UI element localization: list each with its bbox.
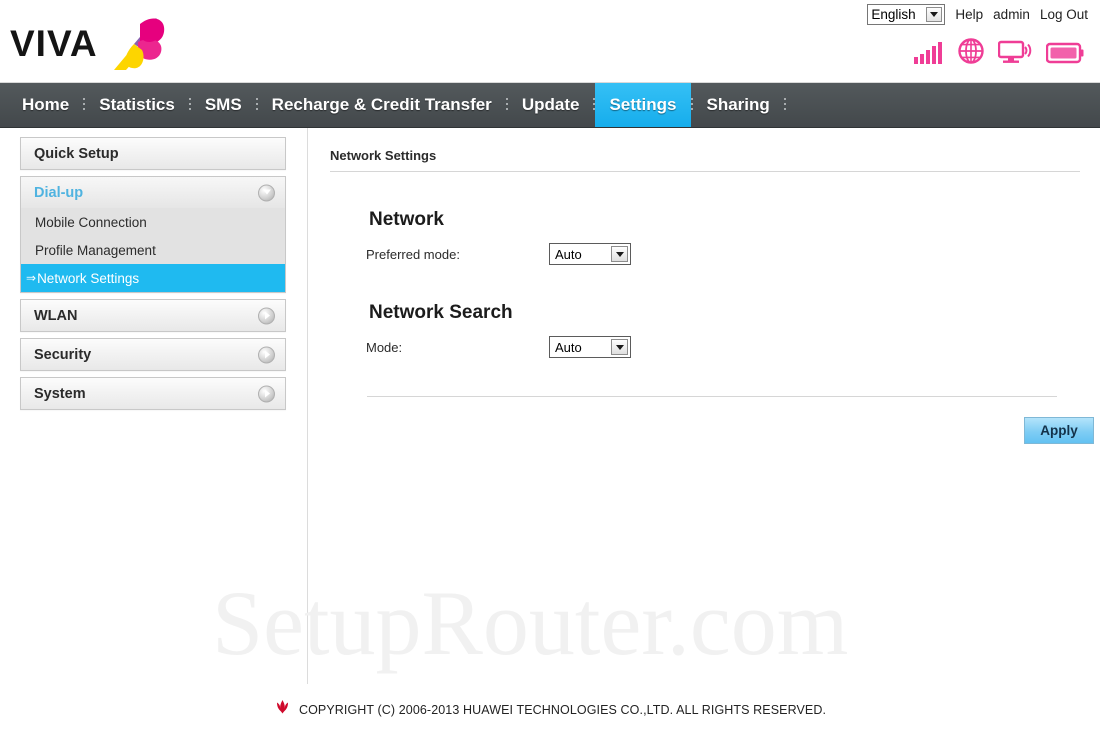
sidebar-item-label: System [34, 385, 86, 402]
language-select-value: English [871, 7, 916, 22]
sidebar-subitem-label: Network Settings [37, 270, 140, 286]
form-row-search-mode: Mode: Auto [366, 336, 1090, 358]
sidebar-item-quick-setup[interactable]: Quick Setup [21, 138, 285, 169]
huawei-flower-icon [274, 699, 291, 721]
brand-logo[interactable]: VIVA [10, 14, 170, 72]
preferred-mode-value: Auto [555, 246, 582, 262]
logout-link[interactable]: Log Out [1040, 7, 1088, 22]
sidebar-panel-security[interactable]: Security [20, 338, 286, 371]
apply-button-row: Apply [367, 417, 1094, 444]
brand-name: VIVA [10, 22, 98, 64]
sidebar-panel-system[interactable]: System [20, 377, 286, 410]
chevron-down-icon [611, 246, 628, 262]
sidebar-item-network-settings[interactable]: ⇒ Network Settings [21, 264, 285, 292]
sidebar-panel-wlan[interactable]: WLAN [20, 299, 286, 332]
router-admin-page: VIVA English Help admin Log Out Home Sta… [0, 0, 1100, 735]
page-footer: COPYRIGHT (C) 2006-2013 HUAWEI TECHNOLOG… [0, 685, 1100, 735]
nav-separator-icon [690, 98, 693, 112]
sidebar-item-system[interactable]: System [21, 378, 285, 409]
sidebar-item-label: Quick Setup [34, 145, 119, 162]
sidebar-panel-dial-up: Dial-up Mobile Connection Profile Manage… [20, 176, 286, 293]
title-divider [330, 171, 1080, 172]
sidebar-item-mobile-connection[interactable]: Mobile Connection [21, 208, 285, 236]
nav-item-statistics[interactable]: Statistics [85, 83, 189, 127]
battery-icon [1046, 42, 1084, 64]
language-select[interactable]: English [867, 4, 946, 25]
sidebar-item-label: Security [34, 346, 92, 363]
chevron-down-icon [611, 339, 628, 355]
section-heading-network-search: Network Search [369, 302, 513, 323]
form-bottom-divider [367, 396, 1057, 397]
sidebar-item-label: Dial-up [34, 184, 84, 201]
section-heading-network: Network [369, 209, 444, 230]
sidebar-subitem-label: Profile Management [35, 242, 156, 258]
viva-butterfly-icon [104, 14, 170, 72]
page-title: Network Settings [330, 148, 437, 163]
sidebar-panel-quick-setup[interactable]: Quick Setup [20, 137, 286, 170]
sidebar: Quick Setup Dial-up Mobile Connection Pr… [20, 137, 286, 416]
page-header: VIVA English Help admin Log Out [0, 0, 1100, 83]
copyright-text: COPYRIGHT (C) 2006-2013 HUAWEI TECHNOLOG… [298, 703, 827, 717]
sidebar-subitem-label: Mobile Connection [35, 214, 147, 230]
page-body: Quick Setup Dial-up Mobile Connection Pr… [0, 128, 1100, 684]
active-arrow-icon: ⇒ [26, 271, 37, 285]
nav-separator-icon [188, 98, 191, 112]
nav-separator-icon [593, 98, 596, 112]
help-link[interactable]: Help [955, 7, 983, 22]
nav-separator-icon [505, 98, 508, 112]
nav-separator-icon [783, 98, 786, 112]
chevron-right-circle-icon [258, 307, 275, 324]
nav-separator-icon [255, 98, 258, 112]
nav-item-settings[interactable]: Settings [595, 83, 691, 127]
globe-icon [958, 38, 984, 64]
search-mode-label: Mode: [366, 339, 403, 355]
form-row-preferred-mode: Preferred mode: Auto [366, 243, 1090, 265]
monitor-wifi-icon [998, 40, 1032, 64]
search-mode-value: Auto [555, 339, 582, 355]
sidebar-item-label: WLAN [34, 307, 78, 324]
preferred-mode-label: Preferred mode: [366, 246, 460, 262]
signal-bars-icon [914, 42, 944, 64]
chevron-down-icon [926, 7, 943, 22]
search-mode-select[interactable]: Auto [549, 336, 631, 358]
main-navigation: Home Statistics SMS Recharge & Credit Tr… [0, 83, 1100, 128]
nav-item-recharge-credit-transfer[interactable]: Recharge & Credit Transfer [258, 83, 506, 127]
nav-item-sms[interactable]: SMS [191, 83, 256, 127]
sidebar-content-divider [307, 128, 308, 684]
sidebar-item-profile-management[interactable]: Profile Management [21, 236, 285, 264]
preferred-mode-select[interactable]: Auto [549, 243, 631, 265]
chevron-down-circle-icon [258, 184, 275, 201]
main-content: Network Settings Network Preferred mode:… [330, 128, 1094, 444]
sidebar-sublist-dial-up: Mobile Connection Profile Management ⇒ N… [21, 208, 285, 292]
header-utility-links: English Help admin Log Out [867, 4, 1088, 25]
chevron-right-circle-icon [258, 385, 275, 402]
current-user-label: admin [993, 7, 1030, 22]
nav-item-update[interactable]: Update [508, 83, 594, 127]
status-icon-group [914, 38, 1084, 64]
sidebar-item-wlan[interactable]: WLAN [21, 300, 285, 331]
sidebar-item-security[interactable]: Security [21, 339, 285, 370]
chevron-right-circle-icon [258, 346, 275, 363]
sidebar-item-dial-up[interactable]: Dial-up [21, 177, 285, 208]
nav-item-home[interactable]: Home [8, 83, 83, 127]
nav-separator-icon [83, 98, 86, 112]
apply-button[interactable]: Apply [1024, 417, 1094, 444]
nav-item-sharing[interactable]: Sharing [693, 83, 784, 127]
